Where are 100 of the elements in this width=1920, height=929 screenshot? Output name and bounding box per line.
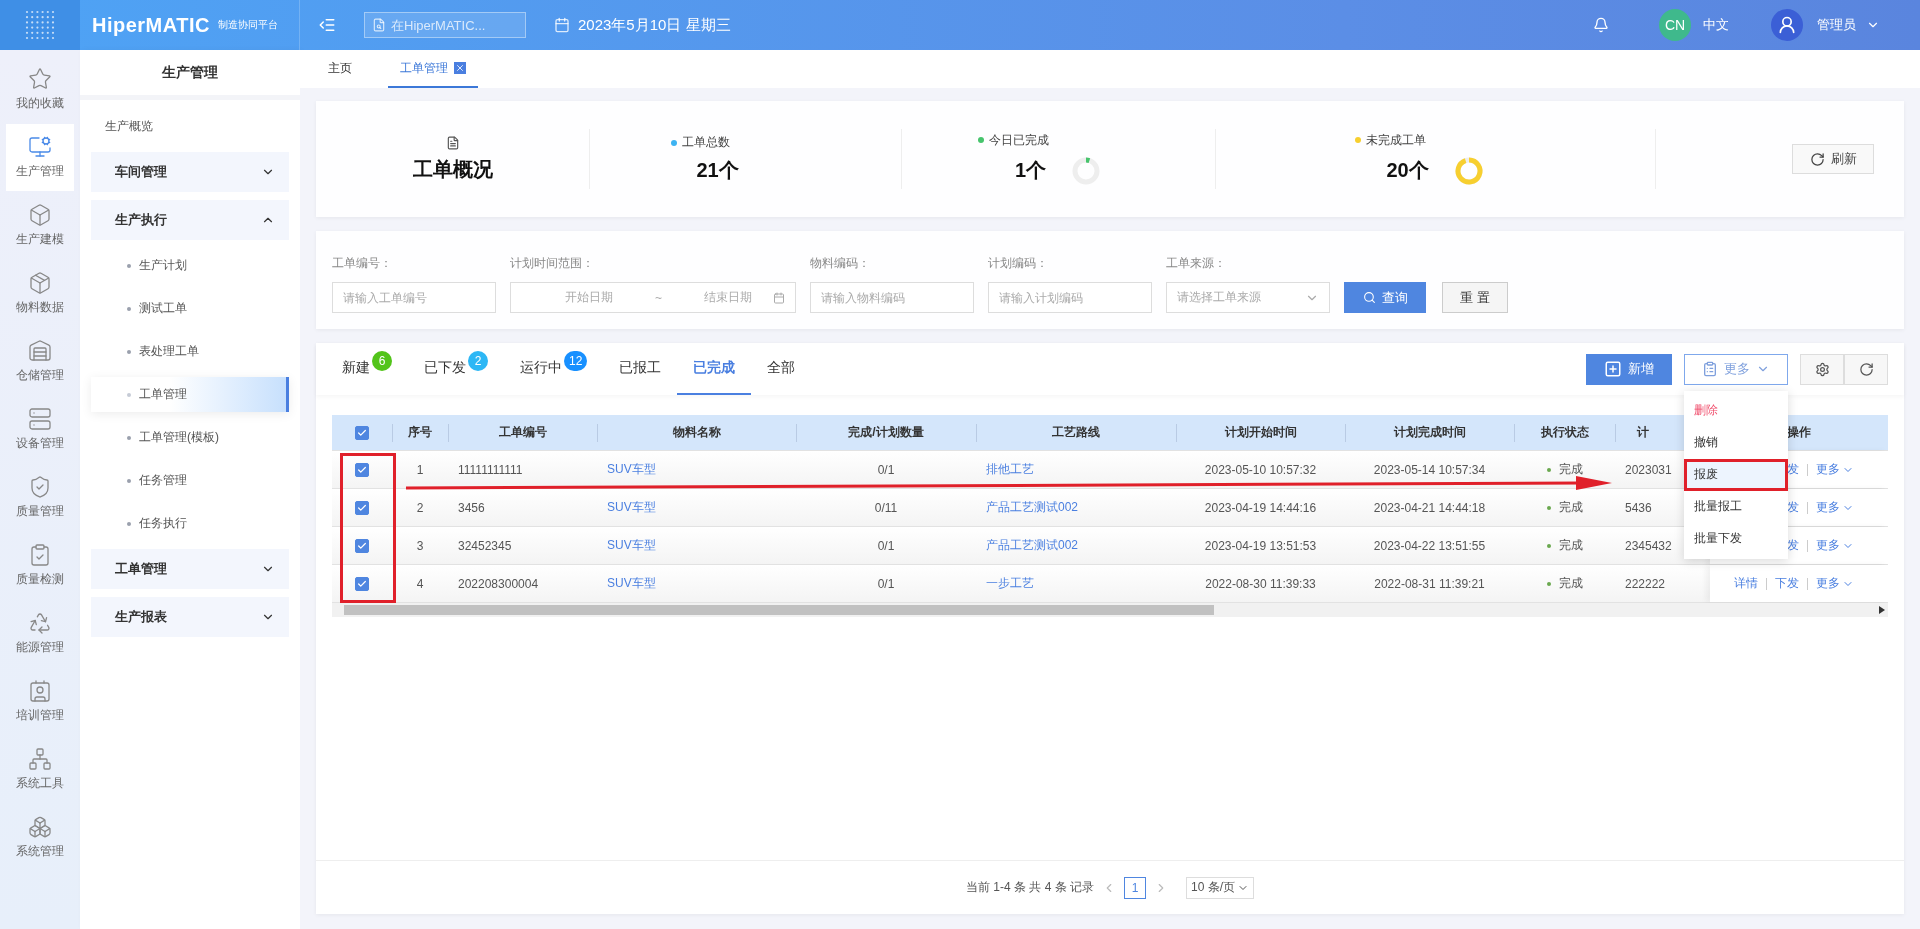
page-tab[interactable]: 主页: [316, 50, 364, 88]
text-field[interactable]: 请输入物料编码: [810, 282, 974, 313]
scroll-right-icon[interactable]: [1879, 606, 1885, 614]
row-action-link[interactable]: 详情: [1734, 575, 1758, 592]
menu-item[interactable]: 批量报工: [1684, 490, 1788, 523]
reload-button[interactable]: [1844, 353, 1888, 385]
row-action-link[interactable]: 下发: [1775, 575, 1799, 592]
sidebar-group[interactable]: 车间管理: [91, 152, 289, 192]
sidebar-group[interactable]: 生产报表: [91, 597, 289, 637]
rail-item[interactable]: 质量检测: [6, 532, 74, 599]
rail-label: 设备管理: [16, 435, 64, 452]
horizontal-scrollbar[interactable]: [332, 603, 1888, 617]
row-checkbox[interactable]: [355, 462, 369, 477]
status-tab[interactable]: 新建 6: [342, 343, 408, 395]
sidebar-item[interactable]: 工单管理: [91, 377, 289, 412]
status-text: 完成: [1558, 537, 1583, 554]
sidebar-item[interactable]: 任务执行: [91, 506, 289, 541]
status-tab[interactable]: 已下发 2: [408, 343, 504, 395]
status-tab[interactable]: 已报工: [603, 343, 678, 395]
current-date: 2023年5月10日 星期三: [578, 15, 731, 35]
rail-item[interactable]: 物料数据: [6, 260, 74, 327]
reset-button[interactable]: 重 置: [1442, 282, 1508, 313]
rail-item[interactable]: 系统工具: [6, 736, 74, 803]
menu-item[interactable]: 批量下发: [1684, 522, 1788, 555]
table-cell: 4: [416, 576, 424, 591]
table-cell: 3: [416, 538, 424, 553]
menu-item[interactable]: 报废: [1684, 458, 1788, 491]
row-action-link[interactable]: 更多: [1816, 461, 1854, 478]
text-field[interactable]: 请输入计划编码: [988, 282, 1152, 313]
rail-item[interactable]: 生产管理: [6, 124, 74, 191]
menu-item[interactable]: 删除: [1684, 394, 1788, 427]
row-action-link[interactable]: 更多: [1816, 499, 1854, 516]
plus-square-icon: [1604, 360, 1622, 378]
status-tab[interactable]: 运行中 12: [504, 343, 604, 395]
add-button[interactable]: 新增: [1586, 353, 1672, 385]
row-action-link[interactable]: 更多: [1816, 537, 1854, 554]
count-badge: 12: [564, 351, 588, 371]
select-all-checkbox[interactable]: [355, 425, 369, 440]
status-tab[interactable]: 已完成: [677, 343, 752, 395]
monitor-gear-icon: [28, 135, 52, 159]
status-tab[interactable]: 全部: [751, 343, 812, 395]
search-icon: [1362, 291, 1376, 304]
close-icon[interactable]: [454, 62, 466, 74]
row-action-link[interactable]: 发: [1787, 461, 1799, 478]
route-link[interactable]: 产品工艺测试002: [986, 537, 1079, 554]
rail-label: 能源管理: [16, 639, 64, 656]
sidebar-item[interactable]: 任务管理: [91, 463, 289, 498]
sidebar-item[interactable]: 生产计划: [91, 248, 289, 283]
route-link[interactable]: 一步工艺: [986, 575, 1034, 592]
rail-item[interactable]: 生产建模: [6, 192, 74, 259]
page-number[interactable]: 1: [1124, 876, 1146, 899]
material-link[interactable]: SUV车型: [607, 461, 656, 478]
table-cell: 2022-08-31 11:39:21: [1374, 576, 1485, 591]
sidebar-link[interactable]: 生产概览: [91, 108, 289, 144]
menu-item[interactable]: 撤销: [1684, 426, 1788, 459]
rail-item[interactable]: 仓储管理: [6, 328, 74, 395]
language-label[interactable]: 中文: [1703, 16, 1729, 34]
network-icon: [28, 747, 52, 771]
sidebar-item[interactable]: 测试工单: [91, 291, 289, 326]
column-header: 计: [1637, 424, 1649, 441]
row-action-link[interactable]: 更多: [1816, 575, 1854, 592]
refresh-button[interactable]: 刷新: [1792, 144, 1874, 174]
page-size-select[interactable]: 10 条/页: [1186, 876, 1254, 899]
user-name[interactable]: 管理员: [1817, 16, 1856, 34]
rail-item[interactable]: 培训管理: [6, 668, 74, 735]
rail-item[interactable]: 能源管理: [6, 600, 74, 667]
material-link[interactable]: SUV车型: [607, 575, 656, 592]
row-checkbox[interactable]: [355, 576, 369, 591]
sidebar-group[interactable]: 工单管理: [91, 549, 289, 589]
sidebar-item[interactable]: 工单管理(模板): [91, 420, 289, 455]
query-button[interactable]: 查询: [1344, 282, 1426, 313]
row-action-link[interactable]: 发: [1787, 499, 1799, 516]
logo-text: HiperMATIC: [92, 13, 210, 37]
settings-button[interactable]: [1800, 353, 1844, 385]
menu-collapse-icon[interactable]: [318, 16, 336, 34]
sidebar-item[interactable]: 表处理工单: [91, 334, 289, 369]
table-cell: 0/11: [874, 500, 898, 515]
overview-title: 工单概况: [412, 156, 493, 182]
user-avatar-icon[interactable]: [1771, 9, 1803, 41]
row-action-link[interactable]: 发: [1787, 537, 1799, 554]
material-link[interactable]: SUV车型: [607, 499, 656, 516]
route-link[interactable]: 产品工艺测试002: [986, 499, 1079, 516]
row-checkbox[interactable]: [355, 538, 369, 553]
check-icon: [357, 502, 367, 513]
settings-icon: [1814, 361, 1830, 377]
rail-label: 生产管理: [16, 163, 64, 180]
route-link[interactable]: 排他工艺: [986, 461, 1034, 478]
search-icon: [372, 18, 386, 32]
rail-item[interactable]: 我的收藏: [6, 56, 74, 123]
row-checkbox[interactable]: [355, 500, 369, 515]
rail-item[interactable]: 质量管理: [6, 464, 74, 531]
page-tab[interactable]: 工单管理: [388, 50, 478, 88]
text-field[interactable]: 请输入工单编号: [332, 282, 496, 313]
sidebar-group[interactable]: 生产执行: [91, 200, 289, 240]
notification-bell-icon[interactable]: [1593, 17, 1609, 33]
rail-item[interactable]: 系统管理: [6, 804, 74, 871]
rail-item[interactable]: 设备管理: [6, 396, 74, 463]
material-link[interactable]: SUV车型: [607, 537, 656, 554]
app-grid-icon[interactable]: [23, 8, 57, 42]
table-cell: 11111111111: [458, 462, 523, 477]
